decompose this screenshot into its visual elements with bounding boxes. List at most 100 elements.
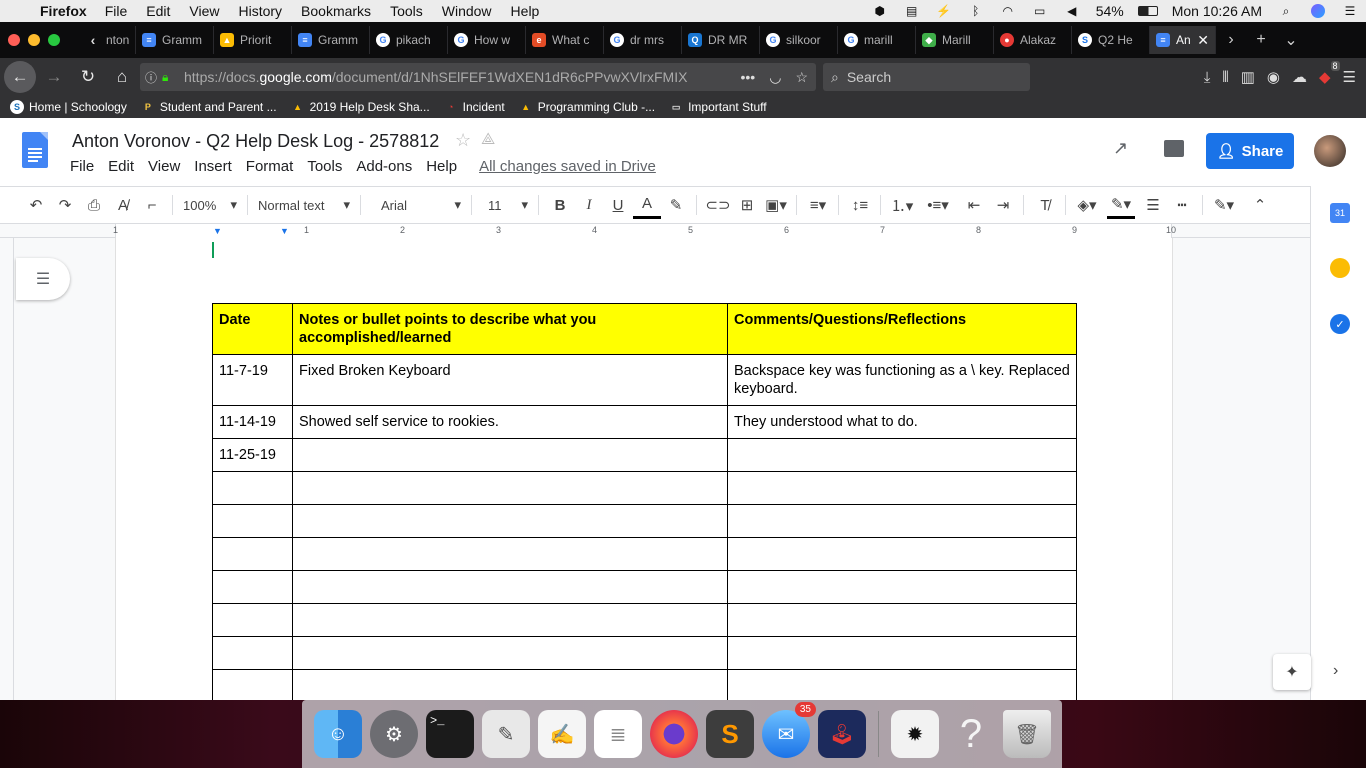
search-input[interactable]: ⌕ Search: [823, 63, 1030, 91]
table-cell-active[interactable]: 11-25-19: [212, 438, 293, 472]
collapse-menus-icon[interactable]: ⌃: [1246, 191, 1274, 219]
right-indent-marker-icon[interactable]: ▼: [280, 226, 289, 236]
forward-icon[interactable]: →: [38, 61, 70, 93]
bulleted-list-icon[interactable]: •≡▾: [924, 191, 952, 219]
cell-background-color-icon[interactable]: ◈▾: [1073, 191, 1101, 219]
text-color-icon[interactable]: A: [633, 191, 661, 219]
keep-icon[interactable]: [1330, 258, 1350, 278]
table-cell[interactable]: 11-7-19: [212, 354, 293, 406]
table-cell[interactable]: [292, 537, 728, 571]
docs-menu-tools[interactable]: Tools: [307, 158, 342, 175]
tab-10[interactable]: Gmarill: [838, 26, 916, 54]
finder-icon[interactable]: ☺: [314, 710, 362, 758]
table-cell[interactable]: They understood what to do.: [727, 405, 1077, 439]
firefox-icon[interactable]: [650, 710, 698, 758]
table-cell[interactable]: Showed self service to rookies.: [292, 405, 728, 439]
numbered-list-icon[interactable]: ⒈▾: [888, 191, 916, 219]
bluetooth-icon[interactable]: ᛒ: [966, 4, 986, 18]
add-comment-icon[interactable]: ⊞: [733, 191, 761, 219]
extension-icon[interactable]: ☁: [1292, 68, 1307, 86]
horizontal-ruler[interactable]: 1 1 2 3 4 5 6 7 8 9 10 ▼ ▼: [0, 224, 1310, 238]
align-icon[interactable]: ≡▾: [804, 191, 832, 219]
docs-menu-view[interactable]: View: [148, 158, 180, 175]
info-icon[interactable]: ⓘ: [140, 69, 162, 86]
menu-view[interactable]: View: [189, 3, 219, 19]
table-cell[interactable]: [292, 603, 728, 637]
tab-scroll-right-icon[interactable]: ›: [1216, 26, 1246, 54]
table-cell[interactable]: [212, 669, 293, 700]
bolt-icon[interactable]: ⚡: [934, 4, 954, 18]
terminal-icon[interactable]: >_: [426, 710, 474, 758]
table-cell[interactable]: Fixed Broken Keyboard: [292, 354, 728, 406]
docs-menu-addons[interactable]: Add-ons: [356, 158, 412, 175]
siri-icon[interactable]: [1308, 4, 1328, 18]
show-side-panel-icon[interactable]: ›: [1333, 662, 1338, 680]
italic-icon[interactable]: I: [575, 191, 603, 219]
docs-menu-help[interactable]: Help: [426, 158, 457, 175]
table-cell[interactable]: [212, 504, 293, 538]
save-status[interactable]: All changes saved in Drive: [479, 158, 656, 175]
bookmark-schoology[interactable]: S Home | Schoology: [10, 100, 127, 114]
pocket-icon[interactable]: ◡: [769, 69, 781, 86]
table-cell[interactable]: [292, 471, 728, 505]
docs-menu-format[interactable]: Format: [246, 158, 294, 175]
print-icon[interactable]: ⎙: [80, 191, 108, 219]
home-icon[interactable]: ⌂: [106, 61, 138, 93]
app-menu-firefox[interactable]: Firefox: [40, 3, 87, 19]
menu-history[interactable]: History: [238, 3, 282, 19]
library-icon[interactable]: ⫴: [1222, 69, 1228, 86]
google-docs-logo-icon[interactable]: [22, 132, 48, 168]
table-cell[interactable]: [212, 603, 293, 637]
page-actions-icon[interactable]: •••: [741, 69, 756, 86]
joystick-icon[interactable]: 🕹︎: [818, 710, 866, 758]
menu-help[interactable]: Help: [511, 3, 540, 19]
redo-icon[interactable]: ↷: [51, 191, 79, 219]
menu-edit[interactable]: Edit: [146, 3, 170, 19]
list-all-tabs-icon[interactable]: ⌄: [1276, 26, 1306, 54]
comments-icon[interactable]: [1164, 140, 1184, 157]
zoom-select[interactable]: 100% ▾: [179, 197, 241, 213]
style-select[interactable]: Normal text ▾: [254, 197, 354, 213]
border-color-icon[interactable]: ✎▾: [1107, 191, 1135, 219]
lock-icon[interactable]: 🔒︎: [162, 70, 178, 85]
menu-bookmarks[interactable]: Bookmarks: [301, 3, 371, 19]
notes-icon[interactable]: ≣: [594, 710, 642, 758]
font-size-select[interactable]: 11 ▾: [478, 197, 532, 213]
table-cell[interactable]: 11-14-19: [212, 405, 293, 439]
ublock-icon[interactable]: ◆ 8: [1319, 61, 1340, 86]
column-header-comments[interactable]: Comments/Questions/Reflections: [727, 303, 1077, 355]
battery-icon[interactable]: [1137, 4, 1158, 18]
docs-menu-edit[interactable]: Edit: [108, 158, 134, 175]
insert-image-icon[interactable]: ▣▾: [762, 191, 790, 219]
highlight-color-icon[interactable]: ✎: [662, 191, 690, 219]
table-cell[interactable]: [292, 636, 728, 670]
mail-icon[interactable]: ✉ 35: [762, 702, 816, 758]
reload-icon[interactable]: ↻: [72, 61, 104, 93]
tab-11[interactable]: ◆ Marill: [916, 26, 994, 54]
spellcheck-icon[interactable]: A̸: [109, 191, 137, 219]
menu-tools[interactable]: Tools: [390, 3, 423, 19]
help-icon[interactable]: ?: [947, 710, 995, 758]
tab-1[interactable]: ≡ Gramm: [136, 26, 214, 54]
zoom-window-button[interactable]: [48, 34, 60, 46]
table-cell[interactable]: [727, 636, 1077, 670]
column-header-date[interactable]: Date: [212, 303, 293, 355]
undo-icon[interactable]: ↶: [22, 191, 50, 219]
document-title[interactable]: Anton Voronov - Q2 Help Desk Log - 25788…: [72, 131, 439, 152]
table-cell[interactable]: [292, 438, 728, 472]
url-bar[interactable]: ⓘ 🔒︎ https://docs.google.com/document/d/…: [140, 63, 816, 91]
font-select[interactable]: Arial ▾: [367, 197, 465, 213]
textedit-icon[interactable]: ✍: [538, 710, 586, 758]
close-window-button[interactable]: [8, 34, 20, 46]
menu-window[interactable]: Window: [442, 3, 492, 19]
sidebar-icon[interactable]: ▥: [1241, 68, 1255, 86]
vertical-ruler[interactable]: [0, 238, 14, 700]
insert-link-icon[interactable]: ⊂⊃: [704, 191, 732, 219]
document-outline-icon[interactable]: ☰: [16, 258, 70, 300]
tab-14-active[interactable]: ≡ An ✕: [1150, 26, 1216, 54]
tab-3[interactable]: ≡ Gramm: [292, 26, 370, 54]
help-desk-log-table[interactable]: Date Notes or bullet points to describe …: [212, 303, 1077, 700]
table-cell[interactable]: [292, 669, 728, 700]
bookmark-programming-club[interactable]: ▲ Programming Club -...: [519, 100, 655, 114]
spotlight-icon[interactable]: ⌕: [1276, 4, 1296, 18]
